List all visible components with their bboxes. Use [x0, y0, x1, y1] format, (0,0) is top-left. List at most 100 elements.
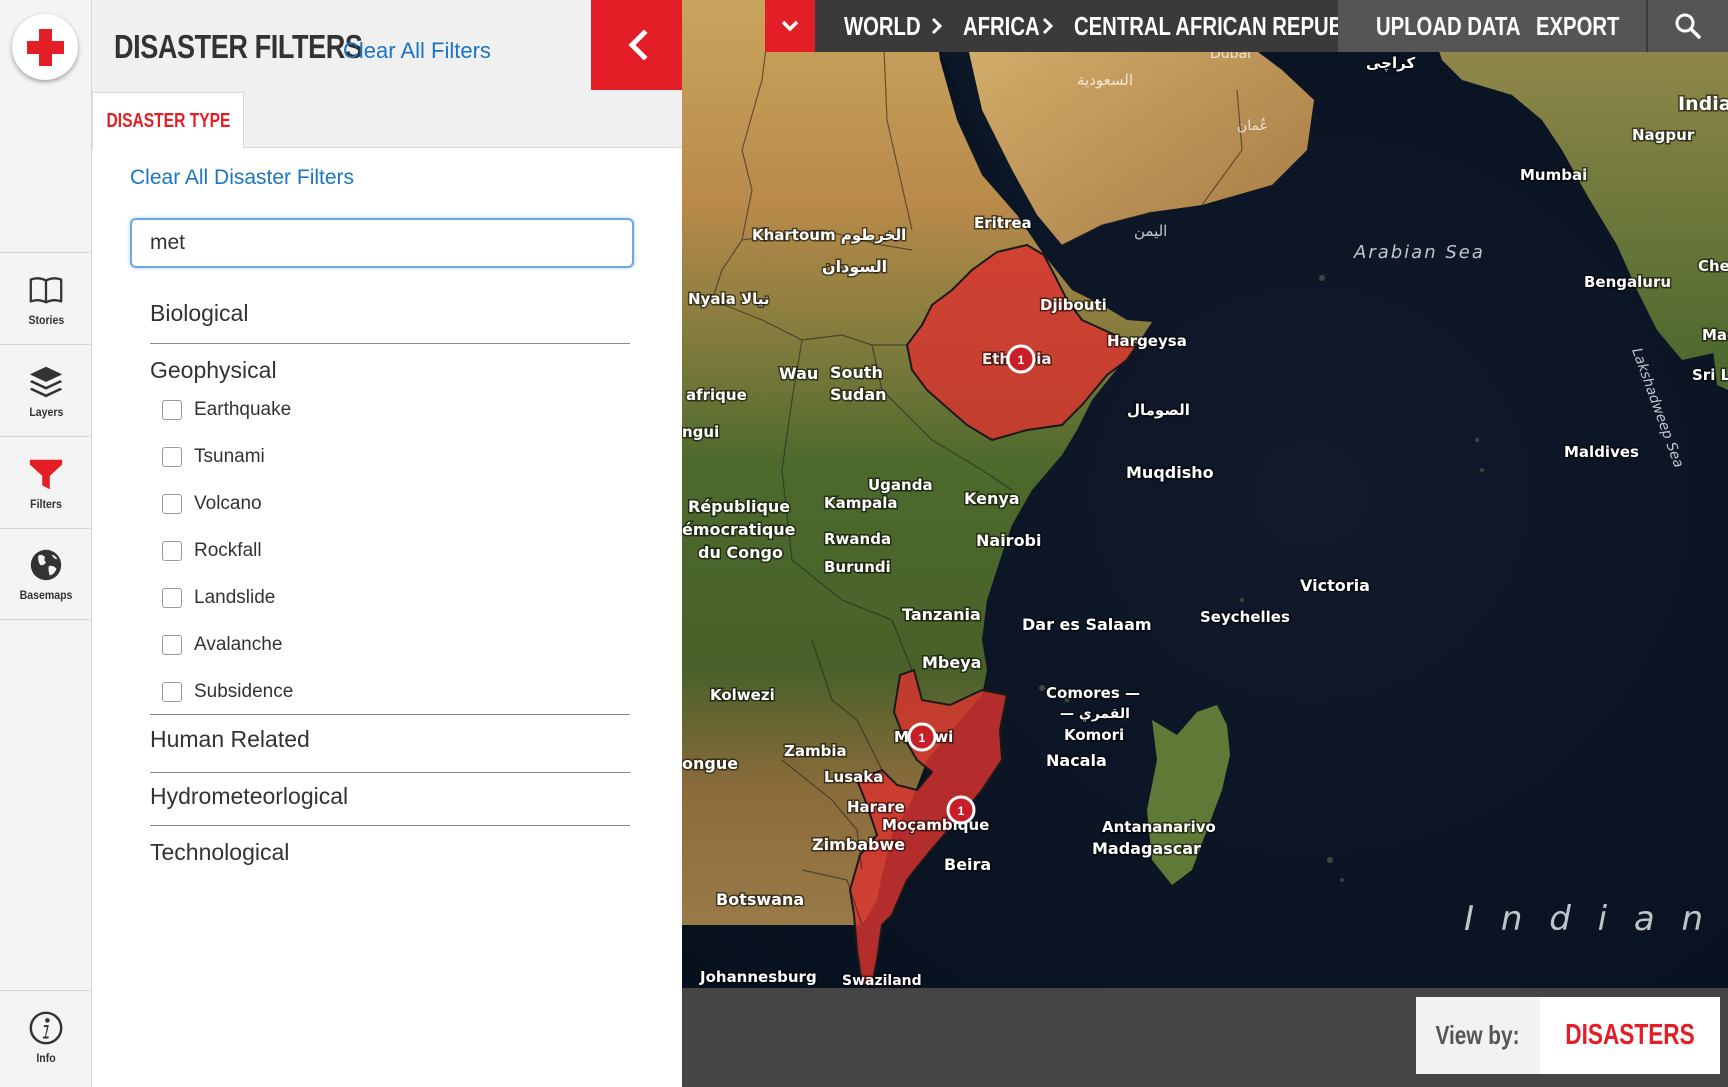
option-tsunami[interactable]: Tsunami	[162, 446, 265, 468]
map-label: Wau	[779, 364, 818, 383]
funnel-icon	[29, 459, 63, 489]
map-label: I n d i a n	[1464, 899, 1711, 939]
satellite-map[interactable]: Dubai السعودية كراچی India Nagpur Mumbai…	[682, 0, 1728, 988]
map-label: الصومال	[1127, 401, 1190, 419]
rail-stories-button[interactable]: Stories	[0, 252, 92, 344]
map-label: Hargeysa	[1107, 332, 1187, 350]
rail-basemaps-label: Basemaps	[19, 588, 73, 602]
map-label: Dar es Salaam	[1022, 615, 1152, 634]
map-label: عُمان	[1237, 118, 1268, 134]
option-earthquake[interactable]: Earthquake	[162, 399, 291, 421]
rail-filters-button[interactable]: Filters	[0, 436, 92, 528]
map-label: ngui	[682, 423, 719, 441]
disaster-search-input[interactable]	[130, 218, 634, 268]
search-button[interactable]	[1646, 0, 1728, 52]
map-view[interactable]: Dubai السعودية كراچی India Nagpur Mumbai…	[682, 0, 1728, 988]
map-label: Muqdisho	[1126, 463, 1214, 482]
category-hydrometeorlogical[interactable]: Hydrometeorlogical	[150, 783, 630, 826]
map-label: Komori	[1064, 726, 1124, 744]
marker-count: 1	[919, 731, 926, 745]
icon-rail: Stories Layers Filters Basemaps Info	[0, 0, 92, 1087]
map-label: كراچی	[1366, 54, 1415, 73]
map-label: Johannesburg	[699, 968, 817, 986]
checkbox[interactable]	[162, 494, 182, 514]
tab-disaster-type[interactable]: DISASTER TYPE	[92, 92, 244, 149]
option-avalanche[interactable]: Avalanche	[162, 634, 282, 656]
map-label: Nagpur	[1632, 126, 1695, 144]
map-label: Bengaluru	[1584, 273, 1671, 291]
collapse-panel-button[interactable]	[591, 0, 682, 90]
map-label: Nairobi	[976, 531, 1042, 550]
map-label: Mbeya	[922, 653, 981, 672]
map-label: Nyala نيالا	[688, 290, 770, 308]
clear-disaster-filters-link[interactable]: Clear All Disaster Filters	[130, 166, 354, 190]
panel-title: DISASTER FILTERS	[114, 28, 363, 65]
clear-all-filters-link[interactable]: Clear All Filters	[343, 38, 491, 64]
rail-info-button[interactable]: Info	[0, 990, 92, 1082]
option-label: Subsidence	[194, 681, 294, 702]
map-label: Zambia	[784, 742, 847, 760]
map-label: Mad	[1702, 326, 1728, 344]
checkbox[interactable]	[162, 400, 182, 420]
rail-layers-button[interactable]: Layers	[0, 344, 92, 436]
breadcrumb-dropdown-button[interactable]	[765, 0, 815, 52]
tab-divider	[244, 147, 682, 148]
option-volcano[interactable]: Volcano	[162, 493, 262, 515]
marker-count: 1	[1018, 353, 1025, 367]
chevron-right-icon	[931, 17, 943, 35]
map-label: République	[688, 497, 790, 516]
upload-data-button[interactable]: UPLOAD DATA	[1376, 0, 1561, 52]
map-label: Rwanda	[824, 530, 891, 548]
map-label: Djibouti	[1040, 296, 1107, 314]
map-label: Maldives	[1564, 443, 1639, 461]
option-label: Earthquake	[194, 399, 292, 420]
option-landslide[interactable]: Landslide	[162, 587, 275, 609]
map-label: Uganda	[868, 476, 933, 494]
map-label: Mumbai	[1520, 166, 1587, 184]
disaster-marker-mozambique[interactable]: 1	[946, 795, 976, 825]
map-label: Eritrea	[974, 214, 1032, 232]
rail-basemaps-button[interactable]: Basemaps	[0, 528, 92, 620]
option-subsidence[interactable]: Subsidence	[162, 681, 293, 703]
book-icon	[29, 276, 63, 303]
map-label: Victoria	[1300, 576, 1370, 595]
layers-icon	[29, 366, 63, 397]
map-label: Seychelles	[1200, 608, 1290, 626]
map-label: Beira	[944, 855, 991, 874]
checkbox[interactable]	[162, 682, 182, 702]
category-label: Hydrometeorlogical	[150, 783, 349, 809]
checkbox[interactable]	[162, 541, 182, 561]
view-by-value[interactable]: DISASTERS	[1540, 997, 1720, 1074]
info-icon	[29, 1011, 63, 1044]
option-label: Volcano	[194, 493, 262, 514]
checkbox[interactable]	[162, 447, 182, 467]
checkbox[interactable]	[162, 588, 182, 608]
disaster-marker-ethiopia[interactable]: 1	[1006, 344, 1036, 374]
view-by-label: View by:	[1435, 1020, 1520, 1050]
category-label: Technological	[150, 839, 290, 865]
globe-icon	[30, 549, 62, 581]
checkbox[interactable]	[162, 635, 182, 655]
category-biological[interactable]: Biological	[150, 300, 630, 344]
export-button[interactable]: EXPORT	[1536, 0, 1643, 52]
red-cross-logo[interactable]	[12, 14, 78, 80]
breadcrumb-world[interactable]: WORLD	[844, 0, 942, 52]
map-label: Botswana	[716, 890, 804, 909]
map-label: السودان	[822, 257, 887, 276]
category-human-related[interactable]: Human Related	[150, 726, 630, 773]
disaster-marker-malawi[interactable]: 1	[907, 722, 937, 752]
map-label: Nacala	[1046, 751, 1107, 770]
category-technological[interactable]: Technological	[150, 839, 630, 879]
chevron-down-icon	[781, 20, 799, 32]
map-label: afrique	[686, 386, 747, 404]
category-label: Geophysical	[150, 357, 277, 383]
rail-info-label: Info	[36, 1050, 56, 1065]
map-label: السعودية	[1077, 71, 1133, 89]
map-label: Harare	[847, 798, 905, 816]
map-topbar: WORLD AFRICA CENTRAL AFRICAN REPUBLIC UP…	[765, 0, 1728, 52]
map-label: اليمن	[1134, 222, 1167, 240]
filter-panel-header: DISASTER FILTERS Clear All Filters DISAS…	[92, 0, 682, 149]
rail-layers-label: Layers	[28, 404, 64, 419]
option-rockfall[interactable]: Rockfall	[162, 540, 262, 562]
view-by-toggle[interactable]: View by: DISASTERS	[1416, 997, 1720, 1074]
